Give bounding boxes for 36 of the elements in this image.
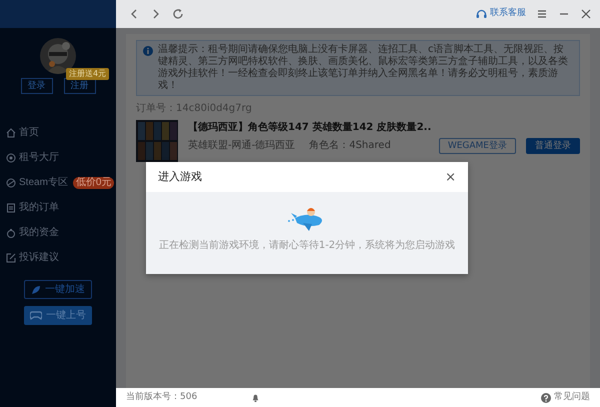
edit-icon xyxy=(6,252,16,262)
menu-item[interactable]: Steam专区 低价0元 xyxy=(0,170,116,195)
close-icon[interactable] xyxy=(580,8,592,20)
headset-icon xyxy=(476,8,487,20)
menu-item[interactable]: 投诉建议 xyxy=(0,245,116,270)
home-icon xyxy=(6,128,16,138)
price-badge: 低价0元 xyxy=(72,176,114,188)
menu-item[interactable]: 首页 xyxy=(0,120,116,145)
register-button[interactable]: 注册 xyxy=(64,78,96,94)
menu-item[interactable]: 我的订单 xyxy=(0,195,116,220)
listing-title: 【德玛西亚】角色等级147 英雄数量142 皮肤数量2.. xyxy=(188,120,429,135)
quick-login-button[interactable]: 一键上号 xyxy=(24,306,92,325)
document-icon xyxy=(6,202,16,212)
circle-icon xyxy=(6,152,16,162)
version-label: 当前版本号：506 xyxy=(126,390,198,404)
notice-text: 温馨提示：租号期间请确保您电脑上没有卡屏器、连招工具、c语言脚本工具、无限视距、按键精灵、第三方网吧特权软件、换肤、画质美化、鼠标宏等类第三方盒子辅助工具，以及各类游戏外挂软件！一经检查会即刻终止该笔订单并纳入全网黑名单！请务必文明租号，素质游戏！ xyxy=(158,44,569,92)
promo-badge: 注册送4元 xyxy=(66,68,110,80)
info-icon xyxy=(143,46,153,56)
help-link[interactable]: 常见问题 xyxy=(541,390,590,404)
server-label: 英雄联盟-网通-德玛西亚 xyxy=(188,138,296,153)
dialog-title: 进入游戏 xyxy=(158,168,202,185)
menu-item[interactable]: 租号大厅 xyxy=(0,145,116,170)
bell-icon[interactable] xyxy=(251,393,260,402)
login-button[interactable]: 登录 xyxy=(20,78,52,94)
close-button[interactable]: × xyxy=(445,170,456,184)
menu-item[interactable]: 我的资金 xyxy=(0,220,116,245)
wegame-login-button[interactable]: WEGAME登录 xyxy=(438,138,516,154)
role-name: 角色名：4Shared xyxy=(309,139,391,153)
support-link[interactable]: 联系客服 xyxy=(476,7,526,21)
menu-icon[interactable] xyxy=(536,8,548,20)
gamepad-icon xyxy=(30,311,42,320)
help-icon xyxy=(541,392,551,402)
boost-button[interactable]: 一键加速 xyxy=(24,280,92,299)
refresh-icon[interactable] xyxy=(172,8,184,20)
loading-message: 正在检测当前游戏环境，请耐心等待1-2分钟，系统将为您启动游戏 xyxy=(158,238,456,253)
login-button[interactable]: 普通登录 xyxy=(526,138,580,154)
